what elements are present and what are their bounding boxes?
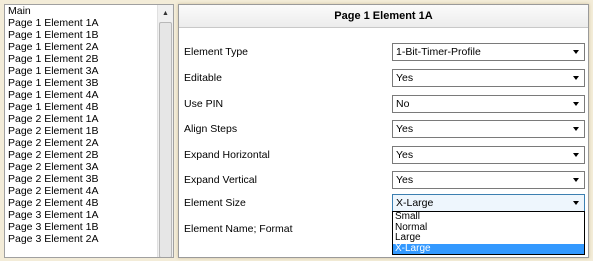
- properties-panel: Page 1 Element 1A Element Type 1-Bit-Tim…: [178, 4, 589, 258]
- properties-title: Page 1 Element 1A: [179, 5, 588, 28]
- name-format-label: Element Name; Format: [184, 223, 293, 235]
- triangle-up-icon[interactable]: ▲: [158, 5, 173, 21]
- editable-select[interactable]: Yes: [392, 69, 585, 87]
- editable-value: Yes: [396, 72, 414, 84]
- use-pin-value: No: [396, 98, 410, 110]
- chevron-down-icon: [573, 127, 579, 131]
- list-item[interactable]: Page 3 Element 1B: [5, 221, 159, 233]
- element-type-row: Element Type 1-Bit-Timer-Profile: [179, 42, 588, 62]
- expand-vertical-select[interactable]: Yes: [392, 171, 585, 189]
- list-item[interactable]: Page 1 Element 2B: [5, 53, 159, 65]
- dropdown-option-x-large[interactable]: X-Large: [393, 243, 584, 254]
- list-item[interactable]: Main: [5, 5, 159, 17]
- align-steps-label: Align Steps: [184, 123, 238, 135]
- list-item[interactable]: Page 1 Element 1A: [5, 17, 159, 29]
- element-size-row: Element Size X-Large: [179, 193, 588, 213]
- list-item[interactable]: Page 2 Element 4A: [5, 185, 159, 197]
- list-item[interactable]: Page 1 Element 4B: [5, 101, 159, 113]
- dropdown-option-large[interactable]: Large: [393, 232, 584, 244]
- align-steps-select[interactable]: Yes: [392, 120, 585, 138]
- list-item[interactable]: Page 2 Element 3B: [5, 173, 159, 185]
- expand-horizontal-label: Expand Horizontal: [184, 149, 270, 161]
- dropdown-option-small[interactable]: Small: [393, 211, 584, 223]
- element-type-select[interactable]: 1-Bit-Timer-Profile: [392, 43, 585, 61]
- chevron-down-icon: [573, 201, 579, 205]
- use-pin-select[interactable]: No: [392, 95, 585, 113]
- element-size-label: Element Size: [184, 197, 246, 209]
- element-size-select[interactable]: X-Large: [392, 194, 585, 212]
- element-size-value: X-Large: [396, 197, 434, 209]
- align-steps-row: Align Steps Yes: [179, 119, 588, 139]
- expand-horizontal-row: Expand Horizontal Yes: [179, 145, 588, 165]
- element-type-value: 1-Bit-Timer-Profile: [396, 46, 481, 58]
- list-item[interactable]: Page 3 Element 1A: [5, 209, 159, 221]
- editable-label: Editable: [184, 72, 222, 84]
- dropdown-option-normal[interactable]: Normal: [393, 222, 584, 234]
- editable-row: Editable Yes: [179, 68, 588, 88]
- list-item[interactable]: Page 2 Element 1B: [5, 125, 159, 137]
- element-type-label: Element Type: [184, 46, 249, 58]
- list-item[interactable]: Page 2 Element 2B: [5, 149, 159, 161]
- list-item[interactable]: Page 2 Element 3A: [5, 161, 159, 173]
- use-pin-row: Use PIN No: [179, 94, 588, 114]
- align-steps-value: Yes: [396, 123, 414, 135]
- use-pin-label: Use PIN: [184, 98, 224, 110]
- list-item[interactable]: Page 1 Element 3B: [5, 77, 159, 89]
- element-size-dropdown[interactable]: Small Normal Large X-Large: [392, 211, 585, 255]
- scrollbar-thumb[interactable]: [159, 22, 172, 257]
- chevron-down-icon: [573, 153, 579, 157]
- list-item[interactable]: Page 1 Element 3A: [5, 65, 159, 77]
- element-list[interactable]: Main Page 1 Element 1A Page 1 Element 1B…: [4, 4, 174, 258]
- list-item[interactable]: Page 1 Element 4A: [5, 89, 159, 101]
- expand-vertical-value: Yes: [396, 174, 414, 186]
- expand-vertical-label: Expand Vertical: [184, 174, 257, 186]
- element-list-items: Main Page 1 Element 1A Page 1 Element 1B…: [5, 5, 159, 245]
- chevron-down-icon: [573, 76, 579, 80]
- expand-vertical-row: Expand Vertical Yes: [179, 170, 588, 190]
- list-item[interactable]: Page 2 Element 4B: [5, 197, 159, 209]
- chevron-down-icon: [573, 50, 579, 54]
- list-item[interactable]: Page 3 Element 2A: [5, 233, 159, 245]
- list-item[interactable]: Page 2 Element 1A: [5, 113, 159, 125]
- list-item[interactable]: Page 1 Element 2A: [5, 41, 159, 53]
- list-item[interactable]: Page 2 Element 2A: [5, 137, 159, 149]
- chevron-down-icon: [573, 178, 579, 182]
- list-scrollbar[interactable]: ▲: [157, 5, 173, 257]
- expand-horizontal-value: Yes: [396, 149, 414, 161]
- list-item[interactable]: Page 1 Element 1B: [5, 29, 159, 41]
- chevron-down-icon: [573, 102, 579, 106]
- expand-horizontal-select[interactable]: Yes: [392, 146, 585, 164]
